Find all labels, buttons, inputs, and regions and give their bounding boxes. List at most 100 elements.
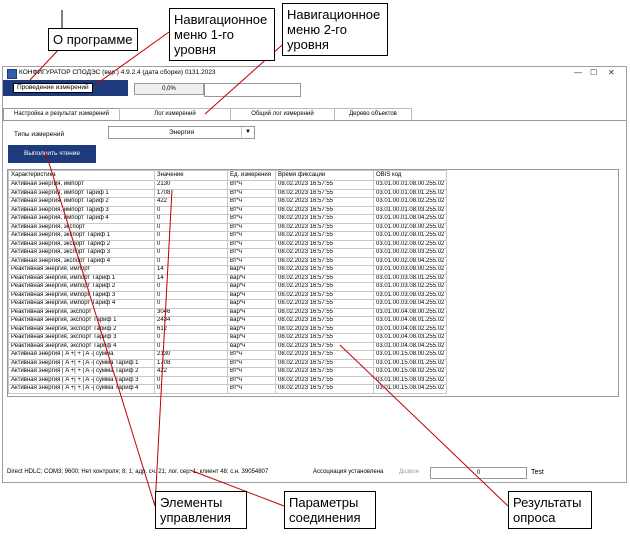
table-cell: Вт*ч (227, 180, 276, 190)
table-cell: Вт*ч (227, 384, 276, 394)
table-cell: Вт*ч (227, 239, 276, 249)
table-cell: 08.02.2023 16:57:55 (275, 341, 374, 351)
table-cell: Вт*ч (227, 222, 276, 232)
progress-bar: 0,0% (134, 83, 204, 95)
run-read-button[interactable]: Выполнить чтение (8, 145, 96, 163)
table-cell: 03.01.00.03.08.04.255.02 (372, 299, 448, 309)
table-cell: 2130 (154, 350, 228, 360)
callout-controls: Элементы управления (155, 491, 247, 529)
callout-about: О программе (48, 28, 138, 51)
table-cell: вар*ч (227, 273, 276, 283)
table-row[interactable]: Активная энергия | A +| + | A -| сумма 21… (8, 350, 448, 360)
table-row[interactable]: Активная энергия, экспорт 0 Вт*ч 08.02.2023… (8, 222, 448, 232)
table-cell: Вт*ч (227, 205, 276, 215)
table-cell: 08.02.2023 16:57:55 (275, 316, 374, 326)
table-row[interactable]: Активная энергия | A +| + | A -| сумма Т… (8, 384, 448, 394)
table-row[interactable]: Реактивная энергия, экспорт Тариф 3 0 вар*… (8, 333, 448, 343)
minimize-button[interactable]: — (574, 68, 582, 77)
table-row[interactable]: Активная энергия, импорт Тариф 3 0 Вт*ч 08.… (8, 205, 448, 215)
table-cell: 03.01.00.15.08.01.255.02 (372, 358, 448, 368)
window-title: КОНФИГУРАТОР СПОДЭС (вер.) 4.9.2.4 (дата… (19, 69, 216, 76)
table-cell: 03.01.00.04.08.01.255.02 (372, 316, 448, 326)
table-row[interactable]: Реактивная энергия, экспорт Тариф 2 612 ва… (8, 324, 448, 334)
table-cell: 1708 (154, 358, 228, 368)
column-header[interactable]: Время фиксации (275, 170, 374, 181)
table-cell: 03.01.00.04.08.04.255.02 (372, 341, 448, 351)
table-row[interactable]: Реактивная энергия, экспорт Тариф 4 0 вар*… (8, 341, 448, 351)
maximize-button[interactable]: ☐ (590, 68, 597, 77)
table-cell: Реактивная энергия, импорт Тариф 1 (8, 273, 155, 283)
table-row[interactable]: Реактивная энергия, импорт Тариф 3 0 вар*ч… (8, 290, 448, 300)
table-row[interactable]: Реактивная энергия, импорт Тариф 2 0 вар*ч… (8, 282, 448, 292)
table-row[interactable]: Реактивная энергия, импорт Тариф 1 14 вар*… (8, 273, 448, 283)
connection-params: Direct HDLC; COM3; 9600; Нет контроля; 8… (7, 469, 269, 475)
table-cell: Вт*ч (227, 256, 276, 266)
tab-setup-results[interactable]: Настройка и результат измерений (3, 108, 120, 120)
table-row[interactable]: Активная энергия | A +| + | A -| сумма Т… (8, 367, 448, 377)
table-cell: 03.01.00.01.08.03.255.02 (372, 205, 448, 215)
table-cell: 03.01.00.03.08.03.255.02 (372, 290, 448, 300)
callout-nav-level2: Навигационное меню 2-го уровня (282, 3, 388, 56)
table-cell: 2130 (154, 180, 228, 190)
table-cell: 1708 (154, 188, 228, 198)
table-cell: Реактивная энергия, импорт Тариф 2 (8, 282, 155, 292)
dial-button[interactable]: Дозвон (399, 469, 419, 475)
table-cell: 03.01.00.04.08.00.255.02 (372, 307, 448, 317)
counter-field: 0 (430, 467, 527, 479)
table-row[interactable]: Активная энергия, импорт Тариф 1 1708 Вт*ч… (8, 188, 448, 198)
table-row[interactable]: Активная энергия, импорт 2130 Вт*ч 08.02.20… (8, 180, 448, 190)
close-button[interactable]: ✕ (608, 68, 615, 77)
table-cell: 612 (154, 324, 228, 334)
table-cell: Активная энергия, экспорт Тариф 4 (8, 256, 155, 266)
table-cell: вар*ч (227, 324, 276, 334)
table-cell: 08.02.2023 16:57:55 (275, 256, 374, 266)
table-cell: 0 (154, 256, 228, 266)
table-cell: 2434 (154, 316, 228, 326)
table-row[interactable]: Активная энергия, экспорт Тариф 1 0 Вт*ч 08… (8, 231, 448, 241)
table-cell: Реактивная энергия, экспорт Тариф 1 (8, 316, 155, 326)
column-header[interactable]: Значение (154, 170, 228, 181)
table-row[interactable]: Активная энергия, импорт Тариф 4 0 Вт*ч 08.… (8, 214, 448, 224)
test-label[interactable]: Test (531, 469, 544, 476)
table-cell: 0 (154, 299, 228, 309)
tab-measurement-log[interactable]: Лог измерений (119, 108, 231, 120)
chevron-down-icon[interactable]: ▼ (241, 127, 254, 138)
column-header[interactable]: Характеристика (8, 170, 155, 181)
table-cell: Активная энергия, экспорт Тариф 3 (8, 248, 155, 258)
table-cell: Вт*ч (227, 350, 276, 360)
table-row[interactable]: Активная энергия | A +| + | A -| сумма Т… (8, 358, 448, 368)
table-cell: 0 (154, 290, 228, 300)
app-logo-icon (7, 69, 17, 79)
table-cell: 14 (154, 265, 228, 275)
table-cell: 08.02.2023 16:57:55 (275, 290, 374, 300)
table-cell: Реактивная энергия, экспорт (8, 307, 155, 317)
table-row[interactable]: Активная энергия | A +| + | A -| сумма Т… (8, 375, 448, 385)
table-row[interactable]: Реактивная энергия, экспорт 3046 вар*ч 08.0… (8, 307, 448, 317)
column-header[interactable]: OBIS код (372, 170, 448, 181)
table-cell: 0 (154, 205, 228, 215)
tab-general-log[interactable]: Общий лог измерений (230, 108, 335, 120)
table-row[interactable]: Реактивная энергия, импорт Тариф 4 0 вар*ч… (8, 299, 448, 309)
table-row[interactable]: Активная энергия, экспорт Тариф 3 0 Вт*ч 08… (8, 248, 448, 258)
table-cell: Реактивная энергия, импорт (8, 265, 155, 275)
nav-level2-tabs: Настройка и результат измерений Лог изме… (3, 108, 626, 121)
nav-item-measurements[interactable]: Проведение измерений (3, 80, 128, 96)
callout-connection: Параметры соединения (284, 491, 376, 529)
table-cell: Активная энергия | A +| + | A -| сумма Т… (8, 358, 155, 368)
table-row[interactable]: Активная энергия, импорт Тариф 2 422 Вт*ч 0… (8, 197, 448, 207)
table-cell: 08.02.2023 16:57:55 (275, 222, 374, 232)
table-cell: 0 (154, 333, 228, 343)
table-row[interactable]: Реактивная энергия, экспорт Тариф 1 2434 в… (8, 316, 448, 326)
table-row[interactable]: Реактивная энергия, импорт 14 вар*ч 08.02.2… (8, 265, 448, 275)
table-cell: вар*ч (227, 341, 276, 351)
table-row[interactable]: Активная энергия, экспорт Тариф 2 0 Вт*ч 08… (8, 239, 448, 249)
table-cell: Активная энергия, импорт Тариф 2 (8, 197, 155, 207)
table-cell: 08.02.2023 16:57:55 (275, 273, 374, 283)
measurement-type-select[interactable]: Энергия ▼ (108, 126, 255, 139)
table-cell: Реактивная энергия, импорт Тариф 3 (8, 290, 155, 300)
tab-object-tree[interactable]: Дерево объектов (334, 108, 412, 120)
column-header[interactable]: Ед. измерения (227, 170, 276, 181)
table-cell: Вт*ч (227, 375, 276, 385)
callout-nav-level1: Навигационное меню 1-го уровня (169, 8, 275, 61)
table-row[interactable]: Активная энергия, экспорт Тариф 4 0 Вт*ч 08… (8, 256, 448, 266)
